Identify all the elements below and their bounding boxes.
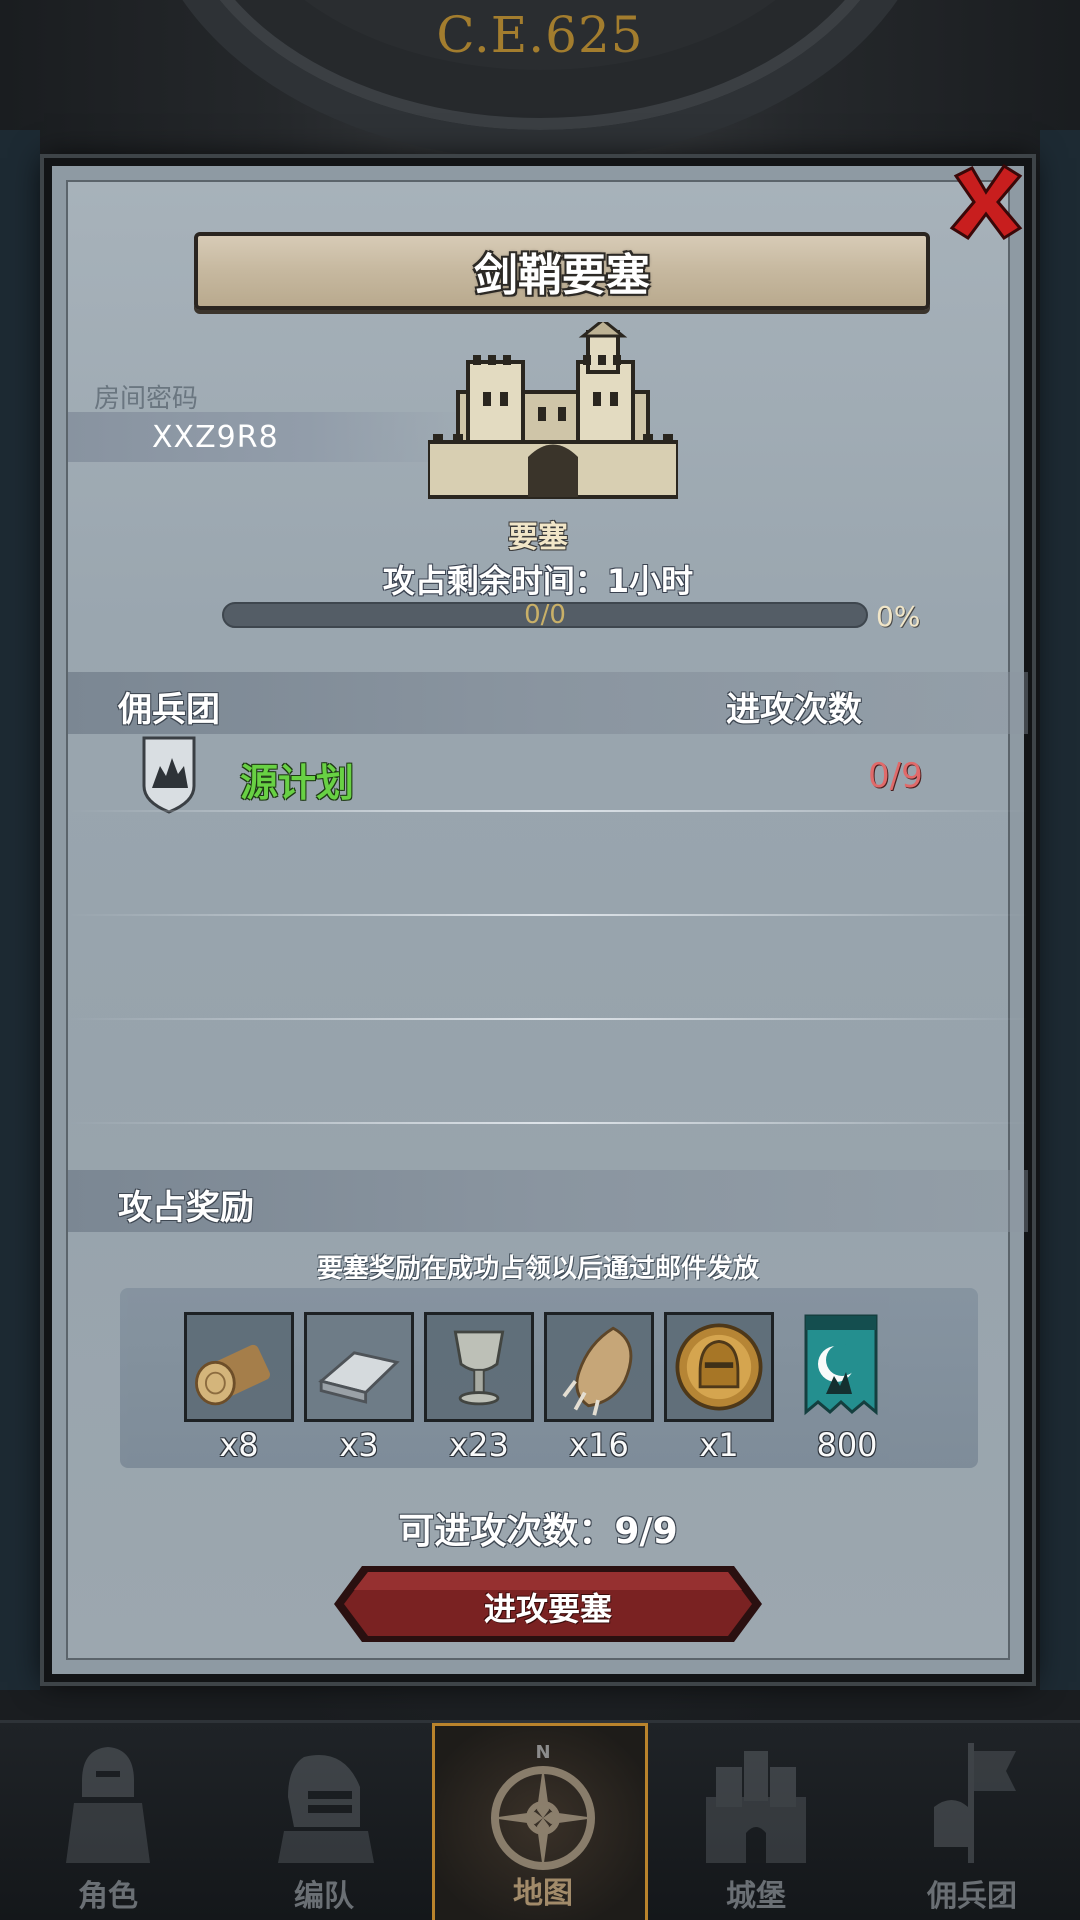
beast-claw-icon: [544, 1312, 654, 1422]
reward-item[interactable]: x16: [544, 1312, 654, 1512]
era-label: C.E.625: [436, 6, 644, 64]
reward-item[interactable]: x1: [664, 1312, 774, 1512]
wood-log-icon: [184, 1312, 294, 1422]
room-code-label: 房间密码: [94, 384, 199, 414]
close-button[interactable]: [938, 154, 1034, 250]
helmet-formation-icon: [278, 1755, 374, 1863]
bottom-navigation: 角色 编队 N 地图 城堡 佣兵团: [0, 1720, 1080, 1920]
guild-section-title: 佣兵团: [118, 690, 220, 730]
capture-progress-text: 0/0: [524, 600, 566, 630]
attack-fortress-button[interactable]: 进攻要塞: [332, 1564, 764, 1644]
reward-quantity: x1: [699, 1426, 739, 1464]
close-icon: [949, 163, 1023, 241]
fortress-type-label: 要塞: [508, 520, 568, 555]
reward-note: 要塞奖励在成功占领以后通过邮件发放: [316, 1254, 759, 1284]
reward-item[interactable]: x8: [184, 1312, 294, 1512]
nav-item-castle[interactable]: 城堡: [648, 1723, 864, 1920]
guild-banner-icon: [792, 1312, 902, 1422]
knight-character-icon: [66, 1747, 150, 1863]
nav-item-formation[interactable]: 编队: [216, 1723, 432, 1920]
left-side-panel: [0, 130, 40, 1690]
nav-item-character[interactable]: 角色: [0, 1723, 216, 1920]
row-divider: [68, 1018, 1028, 1020]
row-divider: [68, 1122, 1028, 1124]
reward-quantity: x16: [569, 1426, 629, 1464]
nav-label: 角色: [78, 1879, 138, 1914]
title-banner: 剑鞘要塞: [194, 232, 930, 310]
attacks-column-header: 进攻次数: [726, 690, 862, 730]
nav-item-map[interactable]: N 地图: [432, 1723, 648, 1920]
row-divider: [68, 914, 1028, 916]
fortress-dialog: 剑鞘要塞 房间密码 XXZ9R8 要塞 攻占剩余时间：1小时 0/0 0% 佣兵…: [44, 158, 1032, 1682]
guild-name: 源计划: [240, 761, 355, 805]
chalice-icon: [424, 1312, 534, 1422]
castle-icon: [706, 1751, 806, 1863]
remaining-attacks-label: 可进攻次数：9/9: [398, 1511, 678, 1552]
nav-label: 佣兵团: [927, 1879, 1017, 1914]
right-side-panel: [1040, 130, 1080, 1690]
guild-emblem-icon: [142, 736, 196, 814]
reward-panel: x8 x3 x23 x16 x1 800: [120, 1288, 978, 1468]
row-divider: [68, 810, 1028, 812]
mercenary-banner-icon: [934, 1743, 1016, 1863]
reward-item[interactable]: 800: [792, 1312, 902, 1512]
dialog-title: 剑鞘要塞: [474, 250, 650, 301]
fortress-dialog-body: 剑鞘要塞 房间密码 XXZ9R8 要塞 攻占剩余时间：1小时 0/0 0% 佣兵…: [66, 180, 1028, 1660]
guild-attack-count: 0/9: [868, 756, 923, 796]
reward-quantity: x23: [449, 1426, 509, 1464]
capture-progress-percent: 0%: [876, 600, 921, 633]
iron-ingot-icon: [304, 1312, 414, 1422]
reward-item[interactable]: x23: [424, 1312, 534, 1512]
reward-quantity: x3: [339, 1426, 379, 1464]
fortress-castle-icon: [428, 322, 678, 499]
room-code-value: XXZ9R8: [152, 420, 279, 455]
remaining-time-label: 攻占剩余时间：1小时: [382, 562, 694, 600]
reward-item[interactable]: x3: [304, 1312, 414, 1512]
nav-label: 地图: [513, 1876, 573, 1911]
reward-quantity: 800: [816, 1426, 878, 1464]
reward-quantity: x8: [219, 1426, 259, 1464]
knight-helmet-medal-icon: [664, 1312, 774, 1422]
nav-label: 城堡: [726, 1879, 786, 1914]
reward-section-title: 攻占奖励: [118, 1188, 254, 1228]
nav-label: 编队: [294, 1879, 354, 1914]
attack-button-label: 进攻要塞: [483, 1590, 612, 1628]
nav-item-mercenary[interactable]: 佣兵团: [864, 1723, 1080, 1920]
